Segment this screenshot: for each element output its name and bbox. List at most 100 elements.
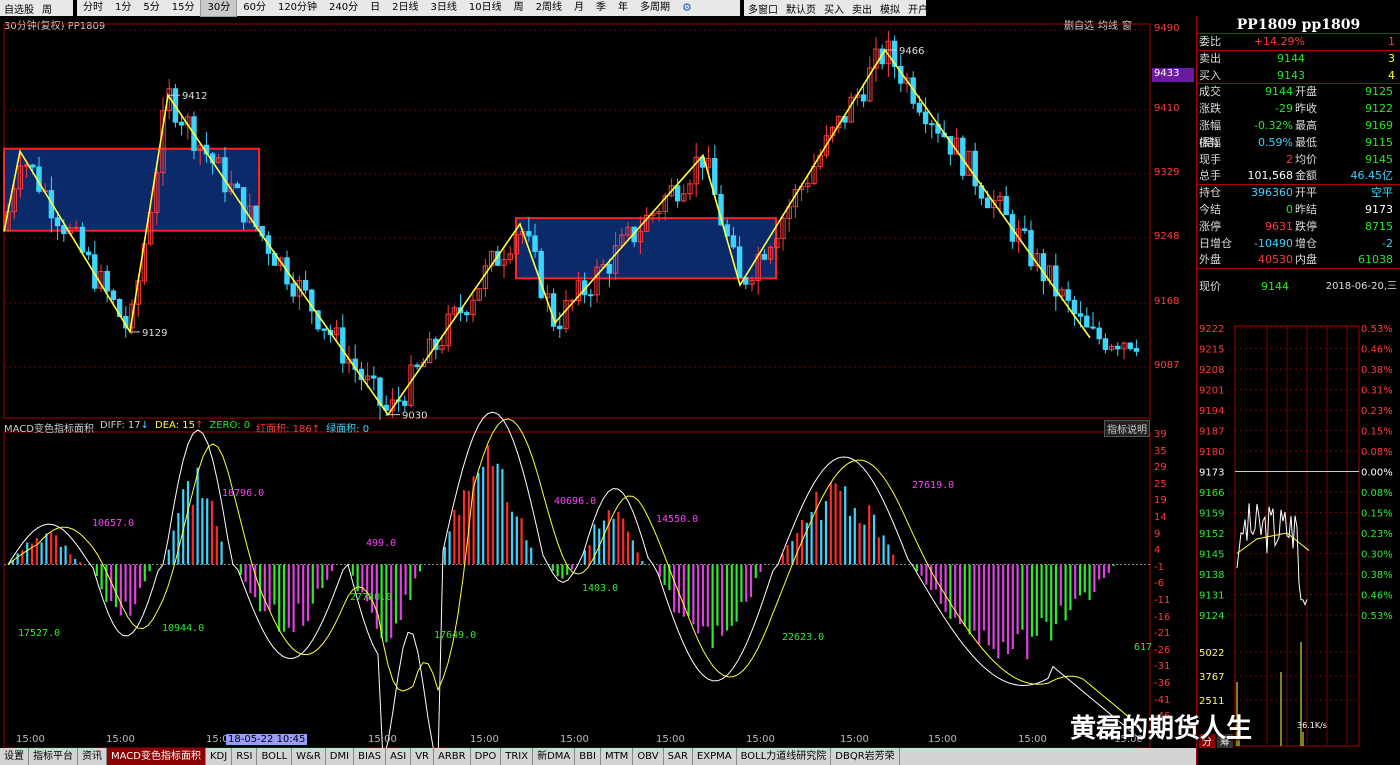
settings-gear-icon[interactable]: ⚙ xyxy=(676,0,698,16)
indicator-tab-19[interactable]: SAR xyxy=(664,748,693,765)
indicator-tab-0[interactable]: 设置 xyxy=(0,748,29,765)
action-0[interactable]: 多窗口 xyxy=(744,1,782,16)
action-3[interactable]: 卖出 xyxy=(848,1,876,16)
action-4[interactable]: 模拟 xyxy=(876,1,904,16)
macd-tick: -21 xyxy=(1154,628,1171,640)
candle-body xyxy=(984,197,991,209)
indicator-tab-16[interactable]: BBI xyxy=(575,748,601,765)
quote-row: 涨停 9631 跌停 8715 xyxy=(1199,219,1393,233)
candle-body xyxy=(85,251,92,256)
indicator-tab-2[interactable]: 资讯 xyxy=(78,748,107,765)
indicator-tab-6[interactable]: BOLL xyxy=(257,748,293,765)
quote-rows: 成交 9144 开盘 9125 涨跌 -29 昨收 9122 涨幅(结) -0.32% 最高 9169… xyxy=(1197,84,1400,270)
period-tab-5[interactable]: 60分 xyxy=(237,0,272,16)
indicator-tab-1[interactable]: 指标平台 xyxy=(29,748,78,765)
candle-body xyxy=(526,231,532,237)
macd-tick: 39 xyxy=(1154,429,1167,440)
now-price-row: 现价 9144 2018-06-20,三 xyxy=(1199,280,1397,294)
mini-left-tick: 5022 xyxy=(1199,648,1224,659)
indicator-help-button[interactable]: 指标说明 xyxy=(1104,420,1150,437)
action-2[interactable]: 买入 xyxy=(820,1,848,16)
candle-body xyxy=(54,217,61,227)
period-tab-3[interactable]: 15分 xyxy=(166,0,201,16)
macd-tick: 35 xyxy=(1154,445,1167,457)
period-tab-6[interactable]: 120分钟 xyxy=(272,0,323,16)
candle-body xyxy=(922,111,929,125)
macd-tick: 25 xyxy=(1154,478,1167,490)
period-tab-2[interactable]: 5分 xyxy=(137,0,165,16)
nav-week[interactable]: 周 xyxy=(38,1,56,16)
indicator-tab-8[interactable]: DMI xyxy=(326,748,355,765)
macd-tick: 9 xyxy=(1154,528,1161,540)
period-tab-10[interactable]: 3日线 xyxy=(425,0,463,16)
period-tab-15[interactable]: 季 xyxy=(590,0,612,16)
area-label-positive: 10657.0 xyxy=(92,518,134,529)
candle-body xyxy=(79,226,86,253)
indicator-tab-18[interactable]: OBV xyxy=(633,748,664,765)
macd-chart[interactable]: 10657.0 18796.0 499.0 40696.0 14550.0 27619.0… xyxy=(3,411,1152,748)
period-tab-0[interactable]: 分时 xyxy=(77,0,109,16)
mini-left-tick: 9124 xyxy=(1199,611,1224,622)
area-label-negative: 10944.0 xyxy=(162,623,204,634)
indicator-tab-5[interactable]: RSI xyxy=(232,748,258,765)
price-annotation: 9466 xyxy=(899,46,924,57)
intraday-chart[interactable]: 9222 9215 9208 9201 9194 9187 9180 9173 9166 9159… xyxy=(1197,322,1400,748)
indicator-tab-14[interactable]: TRIX xyxy=(501,748,534,765)
candlestick-chart[interactable]: 9412 9129 9030 9466 xyxy=(3,23,1151,422)
period-tab-13[interactable]: 2周线 xyxy=(530,0,568,16)
indicator-tab-20[interactable]: EXPMA xyxy=(693,748,737,765)
indicator-tab-22[interactable]: DBQR岩芳荣 xyxy=(831,748,900,765)
candle-body xyxy=(674,185,681,202)
indicator-tab-13[interactable]: DPO xyxy=(471,748,502,765)
sell-row: 卖出 9144 3 xyxy=(1199,51,1395,65)
indicator-tab-7[interactable]: W&R xyxy=(292,748,326,765)
indicator-tab-10[interactable]: ASI xyxy=(386,748,412,765)
action-5[interactable]: 开户 xyxy=(904,1,932,16)
mini-right-tick: 0.23% xyxy=(1361,529,1393,540)
macd-tick: -16 xyxy=(1154,611,1171,623)
period-tab-16[interactable]: 年 xyxy=(612,0,634,16)
mini-left-tick: 9194 xyxy=(1199,406,1224,417)
period-tab-14[interactable]: 月 xyxy=(568,0,590,16)
diff-label: DIFF: 17↓ xyxy=(99,420,150,431)
period-tab-11[interactable]: 10日线 xyxy=(463,0,508,16)
period-tab-9[interactable]: 2日线 xyxy=(386,0,424,16)
candle-body xyxy=(73,226,79,229)
indicator-tab-9[interactable]: BIAS xyxy=(354,748,387,765)
period-tab-8[interactable]: 日 xyxy=(364,0,386,16)
candle-body xyxy=(222,157,228,193)
time-tick: 15:00 xyxy=(746,734,775,745)
watermark-text: 黄磊的期货人生 xyxy=(1070,714,1253,744)
candle-body xyxy=(736,246,743,279)
time-tick: 15:00 xyxy=(16,734,45,745)
period-tab-1[interactable]: 1分 xyxy=(109,0,137,16)
candle-body xyxy=(761,253,768,260)
time-tick: 15:00 xyxy=(560,734,589,745)
candle-body xyxy=(1127,342,1133,350)
nav-watchlist[interactable]: 自选股 xyxy=(0,1,38,16)
indicator-tab-11[interactable]: VR xyxy=(411,748,435,765)
period-tab-4[interactable]: 30分 xyxy=(200,0,238,17)
time-tick: 15:00 xyxy=(368,734,397,745)
period-tab-7[interactable]: 240分 xyxy=(323,0,364,16)
period-tab-17[interactable]: 多周期 xyxy=(634,0,676,16)
period-tab-12[interactable]: 周 xyxy=(508,0,530,16)
indicator-tab-15[interactable]: 新DMA xyxy=(533,748,576,765)
mini-left-tick: 9208 xyxy=(1199,365,1224,376)
quote-row: 振幅 0.59% 最低 9115 xyxy=(1199,135,1393,149)
buy-row: 买入 9143 4 xyxy=(1197,68,1400,85)
price-tick: 9168 xyxy=(1154,296,1180,307)
candle-body xyxy=(1096,327,1102,340)
dea-label: DEA: 15↑ xyxy=(155,420,204,431)
indicator-tab-17[interactable]: MTM xyxy=(601,748,634,765)
indicator-tab-3[interactable]: MACD变色指标面积 xyxy=(107,748,206,765)
indicator-tab-12[interactable]: ARBR xyxy=(434,748,471,765)
candle-body xyxy=(557,325,563,330)
indicator-tab-21[interactable]: BOLL力道线研究院 xyxy=(737,748,832,765)
price-tick: 9410 xyxy=(1154,103,1180,114)
price-annotation: 9129 xyxy=(142,328,167,339)
action-1[interactable]: 默认页 xyxy=(782,1,820,16)
indicator-tab-4[interactable]: KDJ xyxy=(206,748,233,765)
candle-body xyxy=(321,328,327,331)
time-tick: 15:00 xyxy=(470,734,499,745)
